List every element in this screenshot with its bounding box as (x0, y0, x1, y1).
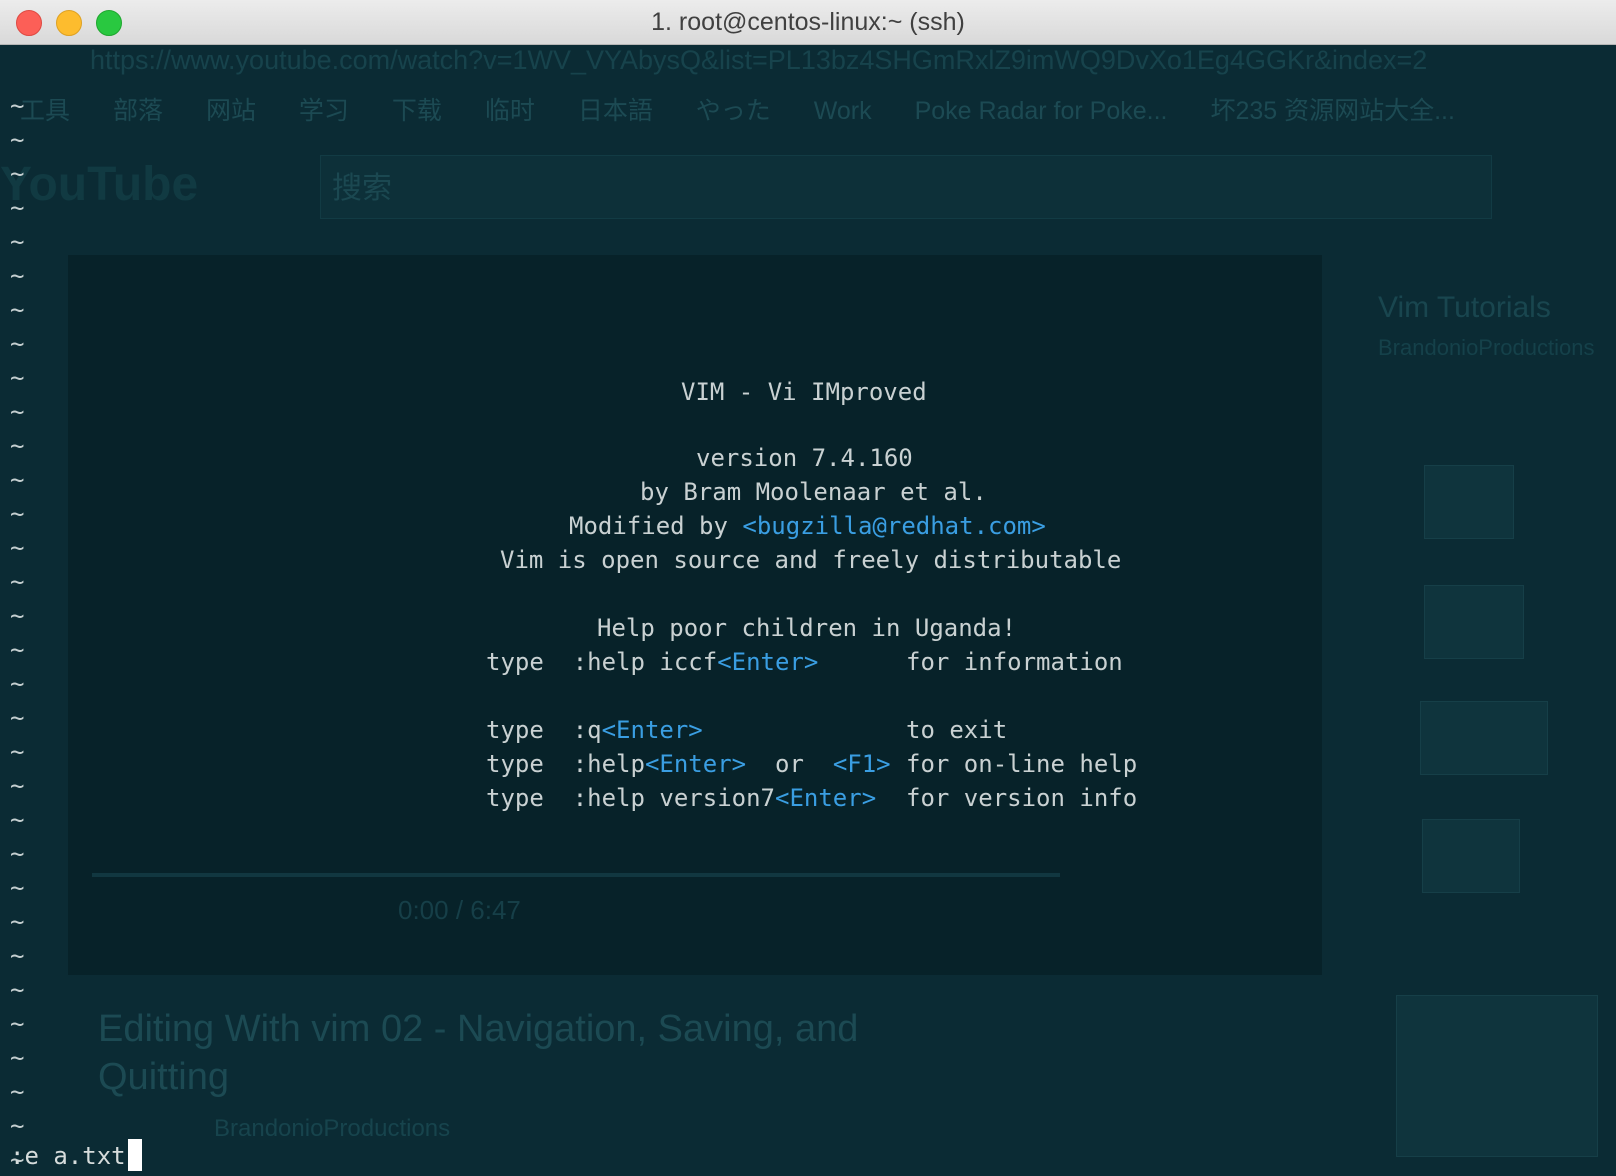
vim-version7-line: type :help version7<Enter> (486, 781, 876, 815)
ghost-bookmark: 临时 (484, 97, 535, 125)
vim-help-iccf-desc: for information (906, 648, 1123, 676)
vim-type-word: type (486, 648, 544, 676)
vim-modified-prefix: Modified by (569, 512, 743, 540)
ghost-search-placeholder: 搜索 (332, 172, 392, 205)
vim-version: version 7.4.160 (696, 444, 913, 472)
title-bar[interactable]: 1. root@centos-linux:~ (ssh) (0, 0, 1616, 45)
vim-cmd: :q (572, 716, 602, 744)
ghost-bookmark: 网站 (205, 97, 256, 125)
vim-tilde: ~ (10, 1112, 25, 1140)
vim-intro-screen: VIM - Vi IMproved version 7.4.160 by Bra… (0, 375, 1616, 1055)
vim-version7-desc: for version info (906, 784, 1138, 812)
ghost-search-box (320, 155, 1492, 219)
terminal-window: 1. root@centos-linux:~ (ssh) https://www… (0, 0, 1616, 1176)
vim-license: Vim is open source and freely distributa… (500, 546, 1122, 574)
vim-help-desc: for on-line help (906, 750, 1138, 778)
vim-tilde: ~ (10, 126, 25, 154)
vim-command-line[interactable]: :e a.txt (10, 1139, 142, 1171)
terminal-area[interactable]: https://www.youtube.com/watch?v=1WV_VYAb… (0, 45, 1616, 1176)
vim-key: <Enter> (601, 716, 703, 744)
vim-key: <Enter> (644, 750, 747, 778)
ghost-channel-name: BrandonioProductions (214, 1115, 451, 1142)
vim-title: VIM - Vi IMproved (681, 378, 927, 406)
ghost-youtube-logo: YouTube (0, 158, 199, 211)
vim-cmd: :help (572, 750, 645, 778)
ghost-bookmark: 工具 (20, 97, 71, 125)
vim-tilde: ~ (10, 262, 25, 290)
vim-charity: Help poor children in Uganda! (597, 614, 1017, 642)
ghost-bookmark: Work (813, 97, 872, 125)
ghost-bookmark: 下载 (391, 97, 442, 125)
ghost-bookmark: 日本語 (577, 97, 653, 125)
vim-tilde: ~ (10, 228, 25, 256)
vim-key: <Enter> (775, 784, 877, 812)
vim-help-iccf-line: type :help iccf<Enter> (486, 645, 818, 679)
vim-quit-desc: to exit (906, 716, 1008, 744)
vim-cmd: :help version7 (572, 784, 775, 812)
vim-cmd: :help iccf (572, 648, 718, 676)
vim-tilde: ~ (10, 330, 25, 358)
vim-modified-by: Modified by <bugzilla@redhat.com> (569, 509, 1046, 543)
vim-tilde: ~ (10, 296, 25, 324)
ghost-bookmarks-bar: 工具 部落 网站 学习 下载 临时 日本語 やった Work Poke Rada… (20, 91, 1491, 131)
ghost-bookmark: やった (695, 97, 771, 125)
ghost-bookmark: 坏235 资源网站大全... (1210, 97, 1455, 125)
vim-tilde: ~ (10, 194, 25, 222)
vim-quit-line: type :q<Enter> (486, 713, 703, 747)
ghost-playlist-title: Vim Tutorials (1378, 291, 1551, 324)
ghost-playlist-channel: BrandonioProductions (1378, 335, 1595, 360)
ghost-bookmark: Poke Radar for Poke... (914, 97, 1168, 125)
ghost-bookmark: 部落 (112, 97, 163, 125)
window-title: 1. root@centos-linux:~ (ssh) (651, 8, 965, 36)
ghost-video-title-line: Quitting (98, 1056, 229, 1098)
vim-tilde: ~ (10, 160, 25, 188)
vim-author: by Bram Moolenaar et al. (640, 478, 987, 506)
vim-key: <F1> (832, 750, 891, 778)
vim-help-line: type :help<Enter> or <F1> (486, 747, 891, 781)
vim-type-word: type (486, 784, 544, 812)
vim-command-text[interactable]: :e a.txt (10, 1142, 126, 1170)
vim-type-word: type (486, 716, 544, 744)
vim-tilde: ~ (10, 92, 25, 120)
ghost-bookmark: 学习 (298, 97, 349, 125)
vim-key: <Enter> (717, 648, 819, 676)
text-cursor (127, 1139, 142, 1171)
vim-tilde: ~ (10, 1078, 25, 1106)
vim-type-word: type (486, 750, 544, 778)
vim-modified-email: <bugzilla@redhat.com> (742, 512, 1046, 540)
ghost-url: https://www.youtube.com/watch?v=1WV_VYAb… (90, 45, 1428, 75)
vim-or-word: or (775, 750, 804, 778)
